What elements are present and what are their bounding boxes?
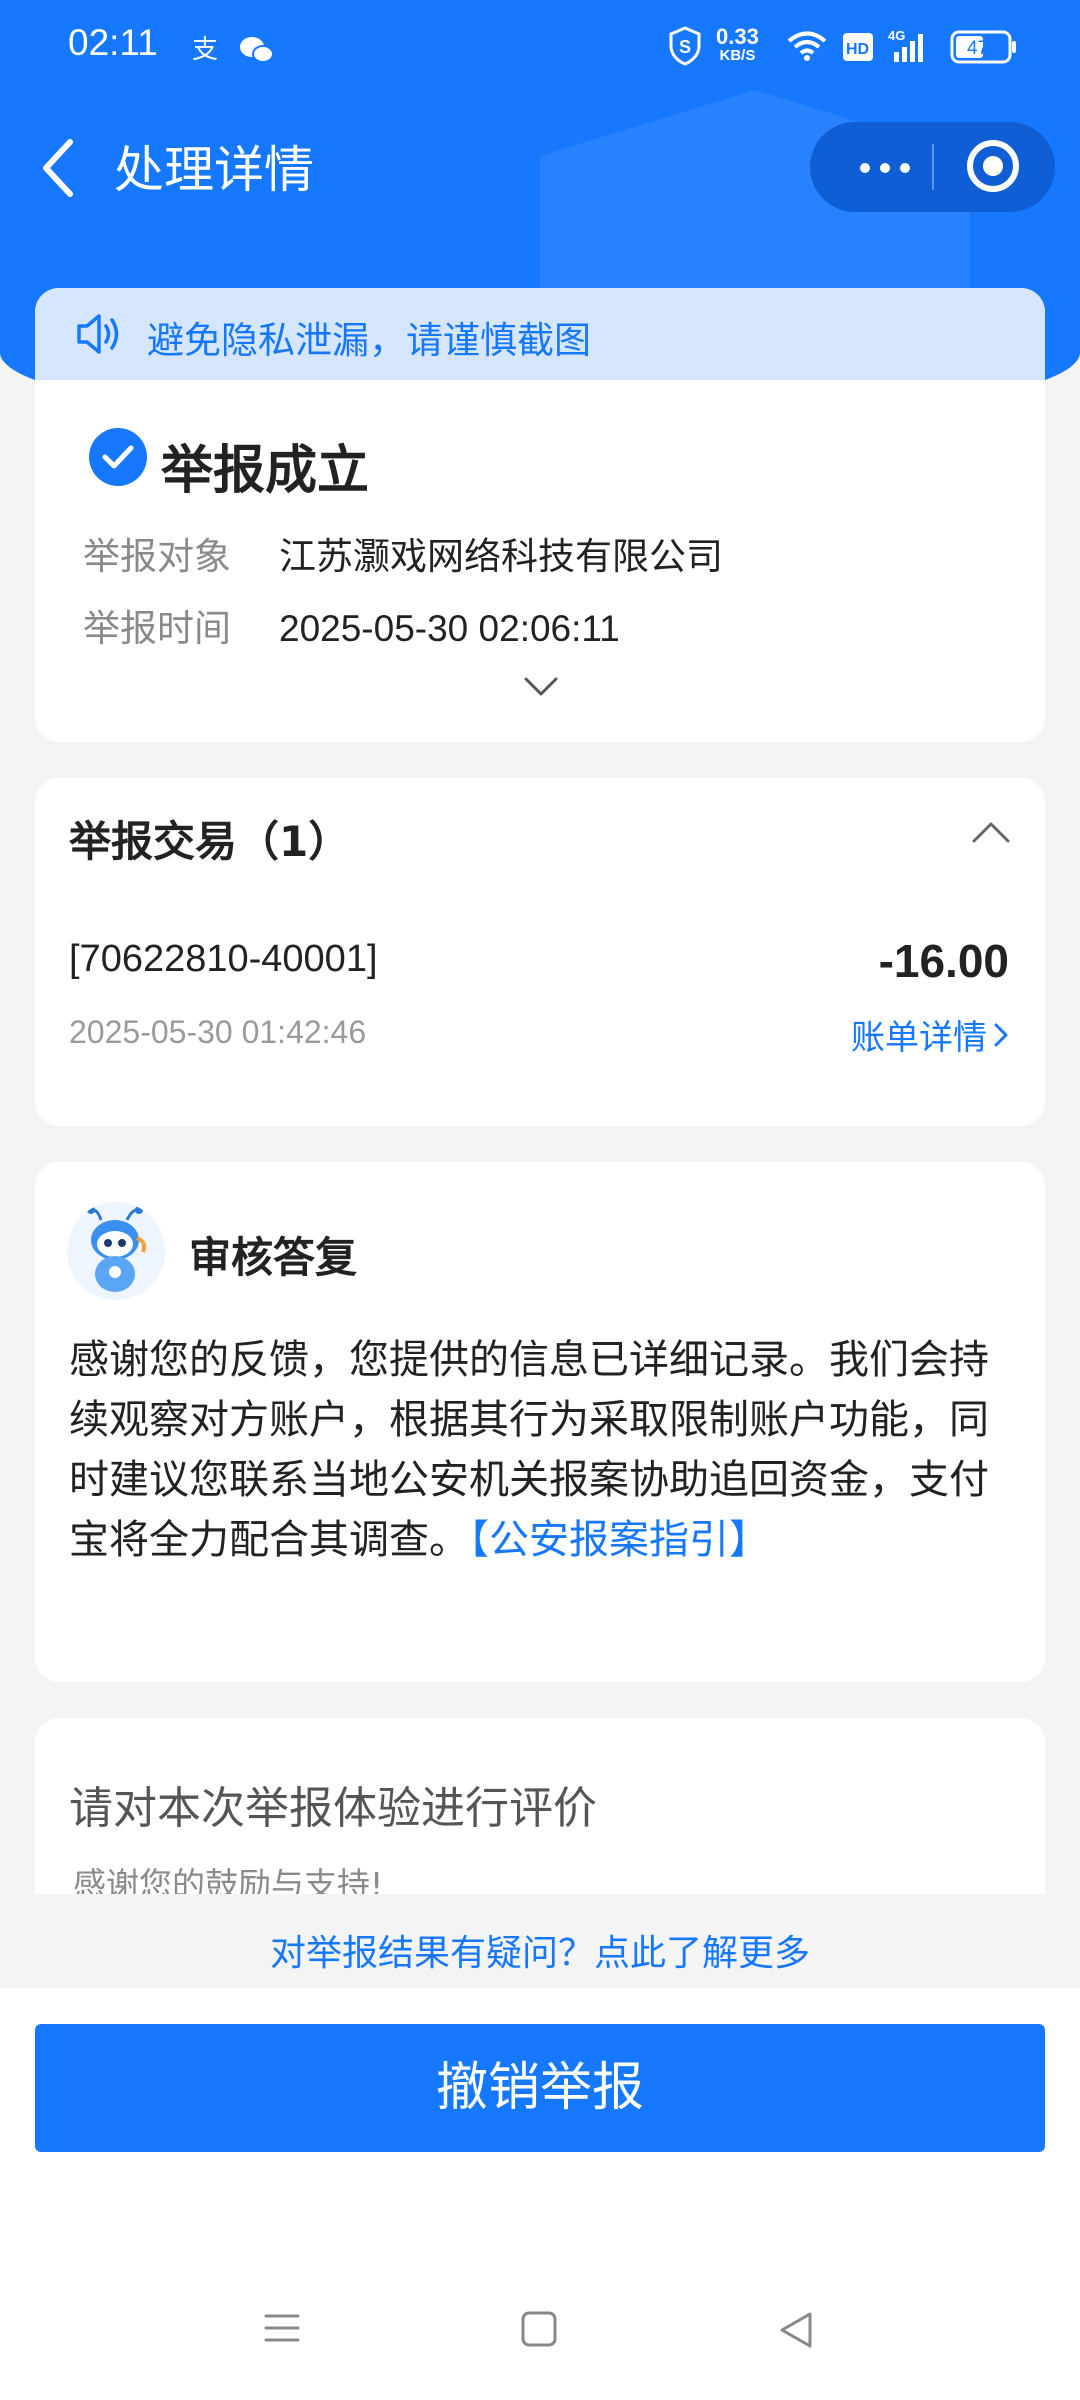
transaction-amount: -16.00 <box>878 935 1009 987</box>
signal-type: 4G <box>888 28 905 43</box>
transactions-card: 举报交易（1） [70622810-40001] 2025-05-30 01:4… <box>35 778 1045 1126</box>
faq-link[interactable]: 对举报结果有疑问？点此了解更多 <box>0 1924 1080 1976</box>
more-dots-icon <box>880 163 890 173</box>
back-arrow-icon[interactable] <box>36 136 80 200</box>
close-miniapp-button[interactable] <box>934 122 1055 212</box>
chevron-up-icon[interactable] <box>971 820 1011 844</box>
hd-icon: HD <box>843 33 873 61</box>
report-time-label: 举报时间 <box>83 607 231 650</box>
alipay-icon: 支 <box>192 35 218 64</box>
bill-detail-link[interactable]: 账单详情 <box>851 1010 1009 1059</box>
report-time-row: 举报时间 2025-05-30 02:06:11 <box>83 598 620 652</box>
home-nav-icon[interactable] <box>520 2310 558 2348</box>
battery-icon: 47 <box>950 30 1016 64</box>
more-menu-button[interactable] <box>824 122 932 212</box>
transaction-time: 2025-05-30 01:42:46 <box>69 1014 367 1050</box>
page-title: 处理详情 <box>114 141 314 199</box>
report-target-row: 举报对象 江苏灏戏网络科技有限公司 <box>83 526 723 580</box>
report-time-value: 2025-05-30 02:06:11 <box>279 608 620 649</box>
status-time: 02:11 <box>68 22 158 63</box>
result-card: 避免隐私泄漏，请谨慎截图 举报成立 举报对象 江苏灏戏网络科技有限公司 举报时间 2… <box>35 288 1045 742</box>
battery-level: 47 <box>967 38 988 59</box>
chevron-right-icon <box>994 1023 1008 1046</box>
mascot-avatar <box>67 1202 165 1300</box>
wifi-icon <box>787 31 827 61</box>
speaker-icon <box>77 314 119 354</box>
network-speed-unit: KB/S <box>719 47 756 64</box>
rating-card: 请对本次举报体验进行评价 感谢您的鼓励与支持! <box>35 1718 1045 1894</box>
network-speed: 0.33 KB/S <box>716 26 759 64</box>
more-dots-icon <box>900 163 910 173</box>
svg-text:支: 支 <box>192 35 218 64</box>
security-shield-icon: S <box>669 26 701 66</box>
more-dots-icon <box>860 163 870 173</box>
hd-text: HD <box>846 41 869 58</box>
status-bar: 02:11 支 S 0.33 KB/S HD 4G 47 <box>0 0 1080 96</box>
wechat-icon <box>240 37 274 63</box>
report-target-label: 举报对象 <box>83 535 231 578</box>
rating-subtitle: 感谢您的鼓励与支持! <box>73 1865 384 1894</box>
rating-title: 请对本次举报体验进行评价 <box>69 1783 597 1834</box>
police-report-guide-link[interactable]: 【公安报案指引】 <box>469 1517 769 1563</box>
transactions-title: 举报交易（1） <box>69 817 351 866</box>
review-reply-card: 审核答复 感谢您的反馈，您提供的信息已详细记录。我们会持续观察对方账户，根据其行… <box>35 1162 1045 1682</box>
check-circle-icon <box>89 428 147 486</box>
back-nav-icon[interactable] <box>776 2310 816 2350</box>
signal-icon: 4G <box>888 28 923 62</box>
miniapp-capsule <box>810 122 1055 212</box>
target-icon <box>967 140 1019 192</box>
svg-text:S: S <box>679 37 691 57</box>
transaction-id: [70622810-40001] <box>69 938 378 980</box>
privacy-notice-text: 避免隐私泄漏，请谨慎截图 <box>147 319 591 362</box>
result-status-text: 举报成立 <box>161 441 370 501</box>
privacy-notice: 避免隐私泄漏，请谨慎截图 <box>35 288 1045 380</box>
reply-body: 感谢您的反馈，您提供的信息已详细记录。我们会持续观察对方账户，根据其行为采取限制… <box>69 1330 1019 1570</box>
menu-nav-icon[interactable] <box>262 2310 302 2346</box>
chevron-down-icon[interactable] <box>523 676 559 698</box>
report-target-value: 江苏灏戏网络科技有限公司 <box>279 535 723 578</box>
network-speed-value: 0.33 <box>716 24 759 49</box>
bill-detail-label: 账单详情 <box>851 1018 987 1058</box>
cancel-report-button[interactable]: 撤销举报 <box>35 2024 1045 2152</box>
reply-title: 审核答复 <box>189 1233 358 1282</box>
